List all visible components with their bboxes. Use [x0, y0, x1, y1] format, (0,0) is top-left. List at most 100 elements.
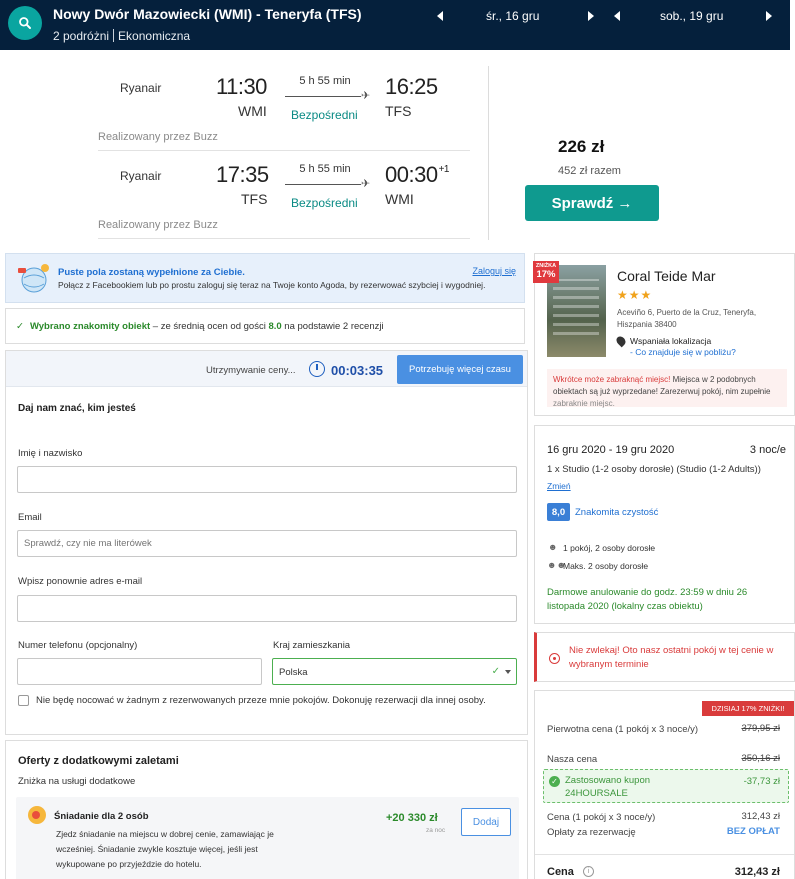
country-label: Kraj zamieszkania	[273, 640, 351, 651]
room-price-value: 312,43 zł	[741, 811, 780, 822]
check-circle-icon: ✓	[549, 776, 560, 787]
full-name-label: Imię i nazwisko	[18, 448, 83, 459]
booking-fees-value: BEZ OPŁAT	[726, 826, 780, 837]
chevron-down-icon	[505, 670, 511, 674]
great-choice-rest: – ze średnią ocen od gości	[150, 321, 269, 332]
breakfast-offer: Śniadanie dla 2 osób Zjedz śniadanie na …	[16, 797, 519, 879]
stay-details: 16 gru 2020 - 19 gru 2020 3 noc/e 1 x St…	[534, 425, 795, 624]
inbound-stops: Bezpośredni	[291, 196, 358, 210]
trip-details[interactable]: 2 podróżni Ekonomiczna	[53, 29, 190, 43]
discount-badge: ZNIŻKA 17%	[533, 261, 559, 283]
prev-depart-date-icon[interactable]	[437, 11, 443, 21]
email-field[interactable]	[17, 530, 517, 557]
next-depart-date-icon[interactable]	[588, 11, 594, 21]
nearby-link[interactable]: - Co znajduje się w pobliżu?	[630, 347, 736, 357]
total-price-value: 312,43 zł	[734, 866, 780, 878]
add-breakfast-button[interactable]: Dodaj	[461, 808, 511, 836]
original-price-label: Pierwotna cena (1 pokój x 3 noce/y)	[547, 724, 699, 735]
coupon-label-text: Zastosowano kupon	[565, 775, 651, 786]
valid-check-icon: ✓	[491, 666, 500, 677]
autofill-title: Puste pola zostaną wypełnione za Ciebie.	[58, 267, 245, 278]
more-time-button[interactable]: Potrzebuję więcej czasu	[397, 355, 523, 384]
price-hold-strip: Utrzymywanie ceny... 00:03:35 Potrzebuję…	[6, 351, 527, 387]
price-hold-timer: 00:03:35	[331, 363, 384, 378]
divider	[535, 854, 794, 855]
guest-details-form: Utrzymywanie ceny... 00:03:35 Potrzebuję…	[5, 350, 528, 735]
cleanliness-label: Znakomita czystość	[575, 507, 659, 518]
info-icon[interactable]: i	[583, 866, 594, 877]
full-name-field[interactable]	[17, 466, 517, 493]
travellers-count: 2 podróżni	[53, 29, 110, 43]
discount-badge-label: ZNIŻKA	[535, 263, 557, 269]
price-hold-label: Utrzymywanie ceny...	[206, 365, 296, 376]
hotel-name: Coral Teide Mar	[617, 268, 716, 284]
prev-return-date-icon[interactable]	[614, 11, 620, 21]
coupon-code: 24HOURSALE	[565, 788, 628, 799]
star-rating-icon: ★★★	[617, 288, 653, 302]
our-price-label: Nasza cena	[547, 754, 598, 765]
inbound-operated-by: Realizowany przez Buzz	[98, 219, 218, 231]
not-staying-checkbox[interactable]	[18, 695, 29, 706]
alert-icon	[549, 653, 560, 664]
phone-field[interactable]	[17, 658, 262, 685]
breakfast-price-unit: za noc	[426, 827, 446, 834]
great-choice-text: ✓ Wybrano znakomity obiekt – ze średnią o…	[16, 321, 384, 332]
divider	[98, 238, 470, 239]
outbound-stops: Bezpośredni	[291, 108, 358, 122]
hotel-address: Aceviño 6, Puerto de la Cruz, Teneryfa, …	[617, 308, 757, 329]
not-staying-label[interactable]: Nie będę nocować w żadnym z rezerwowanyc…	[36, 694, 506, 708]
our-price-value: 350,16 zł	[741, 753, 780, 764]
low-availability-text: Wkrótce może zabraknąć miejsc! Miejsca w…	[553, 374, 783, 410]
breakfast-name: Śniadanie dla 2 osób	[54, 811, 149, 822]
last-room-alert: Nie zwlekaj! Oto nasz ostatni pokój w te…	[534, 632, 795, 682]
cleanliness-score: 8,0	[547, 503, 570, 521]
divider	[113, 29, 115, 42]
inbound-route-line	[285, 184, 361, 185]
country-select[interactable]: Polska ✓	[272, 658, 517, 685]
search-button[interactable]	[8, 6, 42, 40]
divider	[488, 66, 489, 240]
return-date[interactable]: sob., 19 gru	[660, 9, 723, 23]
inbound-arrival-code: WMI	[385, 191, 414, 207]
last-room-text: Nie zwlekaj! Oto nasz ostatni pokój w te…	[569, 645, 774, 670]
inbound-arrival-time-value: 00:30	[385, 162, 438, 187]
next-return-date-icon[interactable]	[766, 11, 772, 21]
divider	[98, 150, 470, 151]
coupon-value: -37,73 zł	[743, 776, 780, 787]
plane-icon: ✈	[361, 178, 371, 190]
discount-badge-value: 17%	[536, 269, 556, 280]
location-rating: Wspaniała lokalizacja	[630, 336, 712, 346]
outbound-airline: Ryanair	[120, 81, 162, 95]
route-title[interactable]: Nowy Dwór Mazowiecki (WMI) - Teneryfa (T…	[53, 6, 362, 22]
outbound-arrival-time: 16:25	[385, 74, 438, 99]
great-choice-banner: ✓ Wybrano znakomity obiekt – ze średnią o…	[5, 308, 525, 344]
applied-coupon: ✓ Zastosowano kupon 24HOURSALE -37,73 zł	[543, 769, 789, 803]
globe-illustration-icon	[18, 264, 49, 293]
email-label: Email	[18, 512, 42, 523]
email-confirm-field[interactable]	[17, 595, 517, 622]
next-day-indicator: +1	[438, 164, 450, 175]
hotel-summary: ZNIŻKA 17% Coral Teide Mar ★★★ Aceviño 6…	[533, 253, 795, 416]
depart-date[interactable]: śr., 16 gru	[486, 9, 539, 23]
form-heading: Daj nam znać, kim jesteś	[18, 403, 136, 414]
change-room-link[interactable]: Zmień	[547, 481, 571, 491]
phone-label: Numer telefonu (opcjonalny)	[18, 640, 138, 651]
stay-nights: 3 noc/e	[749, 444, 786, 456]
breakfast-description: Zjedz śniadanie na miejscu w dobrej ceni…	[56, 829, 274, 869]
check-deal-button[interactable]: Sprawdź →	[525, 185, 659, 221]
total-price-label: Cena	[547, 866, 574, 878]
check-icon: ✓	[16, 321, 24, 332]
login-link[interactable]: Zaloguj się	[472, 266, 516, 276]
free-cancellation: Darmowe anulowanie do godz. 23:59 w dniu…	[547, 587, 748, 612]
clock-icon	[309, 361, 325, 377]
cabin-class: Ekonomiczna	[118, 29, 191, 43]
room-price-label: Cena (1 pokój x 3 noce/y)	[547, 812, 656, 823]
outbound-route-line	[285, 96, 361, 97]
coupon-label: Zastosowano kupon 24HOURSALE	[565, 774, 650, 800]
location-pin-icon	[614, 334, 628, 348]
booking-fees-label: Opłaty za rezerwację	[547, 827, 636, 838]
price-total: 452 zł razem	[558, 165, 621, 177]
inbound-arrival-time: 00:30+1	[385, 162, 449, 188]
low-availability-notice: Wkrótce może zabraknąć miejsc! Miejsca w…	[547, 369, 787, 410]
person-icon: ☻	[548, 542, 558, 552]
